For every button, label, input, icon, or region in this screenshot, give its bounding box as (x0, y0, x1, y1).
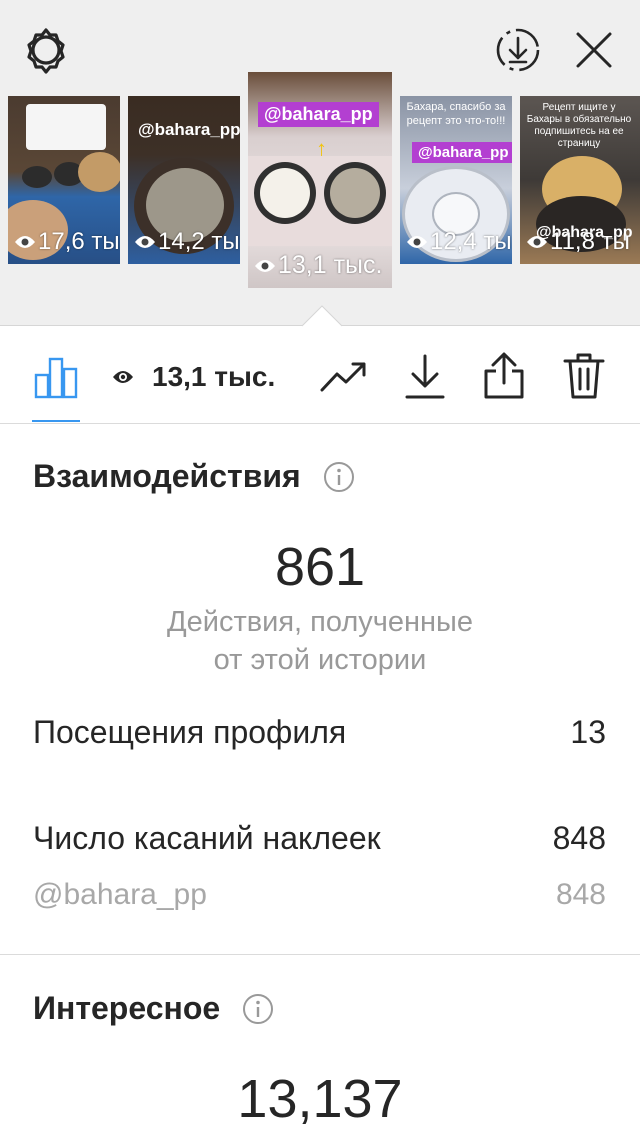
mention-tag: @bahara_pp (412, 142, 512, 163)
row-value: 848 (555, 878, 606, 911)
mention-tag: @bahara_pp (138, 120, 240, 139)
story-views: 13,1 тыс. (254, 251, 382, 280)
mention-tag: @bahara_pp (258, 102, 379, 127)
row-value: 848 (552, 820, 606, 856)
insights-bar-chart-icon (34, 357, 78, 399)
story-views-count: 11,8 ты (550, 228, 630, 255)
story-views-count: 14,2 ты (158, 228, 240, 255)
close-button[interactable] (566, 22, 622, 78)
story-thumbnail[interactable]: 17,6 ты (8, 96, 120, 264)
eye-icon (112, 368, 134, 386)
discovery-heading: Интересное (33, 990, 274, 1027)
share-icon (484, 352, 524, 399)
story-views-count: 12,4 ты (430, 228, 512, 255)
bowl-image (78, 152, 120, 192)
food-image (260, 168, 310, 218)
story-thumbnail[interactable]: Бахара, спасибо за рецепт это что-то!!! … (400, 96, 512, 264)
eye-icon (406, 234, 428, 250)
profile-visits-row: Посещения профиля 13 (33, 714, 606, 751)
info-icon[interactable] (242, 993, 274, 1025)
insights-tab[interactable] (30, 352, 82, 402)
pan-image (22, 166, 52, 188)
eye-icon (134, 234, 156, 250)
row-label: Число касаний наклеек (33, 820, 381, 856)
story-views-count: 13,1 тыс. (278, 251, 383, 279)
interactions-total: 861 (274, 537, 366, 597)
story-views: 11,8 ты (526, 228, 630, 256)
settings-button[interactable] (18, 22, 74, 78)
row-label: Посещения профиля (33, 714, 347, 750)
insights-tab-indicator (32, 420, 80, 422)
story-views: 12,4 ты (406, 228, 512, 256)
eye-icon (14, 234, 36, 250)
interactions-title: Взаимодействия (33, 458, 301, 494)
interactions-heading: Взаимодействия (33, 458, 355, 495)
delete-button[interactable] (558, 350, 610, 402)
interactions-subtitle-1: Действия, полученные (166, 606, 474, 638)
story-caption: Рецепт ищите у Бахары в обязательно подп… (526, 102, 632, 149)
save-story-button[interactable] (490, 22, 546, 78)
trash-icon (563, 353, 605, 399)
gear-icon (27, 28, 65, 74)
story-views-count: 17,6 ты (38, 228, 120, 255)
viewers-count-label: 13,1 тыс. (152, 361, 276, 392)
story-views: 17,6 ты (14, 228, 120, 256)
section-divider (0, 954, 640, 955)
download-circle-icon (496, 28, 540, 72)
download-button[interactable] (400, 350, 450, 402)
sticker-taps-row: Число касаний наклеек 848 (33, 820, 606, 857)
viewers-count[interactable]: 13,1 тыс. (112, 355, 275, 399)
story-thumbnail[interactable]: Рецепт ищите у Бахары в обязательно подп… (520, 96, 640, 264)
mention-sticker-row: @bahara_pp 848 (33, 878, 606, 912)
food-image (330, 168, 380, 218)
interactions-subtitle-2: от этой истории (213, 644, 427, 676)
story-thumbnail[interactable]: @bahara_pp 14,2 ты (128, 96, 240, 264)
share-button[interactable] (478, 350, 530, 402)
eye-icon (526, 234, 548, 250)
close-icon (576, 32, 612, 68)
selected-story-pointer (302, 305, 342, 327)
toolbar-divider (0, 423, 640, 424)
row-value: 13 (570, 714, 606, 750)
eye-icon (254, 258, 276, 274)
story-thumbnail-selected[interactable]: @bahara_pp ↑ 13,1 тыс. (248, 72, 392, 288)
download-icon (405, 354, 445, 399)
row-label: @bahara_pp (33, 878, 207, 911)
poll-sticker (26, 104, 106, 150)
discovery-title: Интересное (33, 990, 221, 1026)
trending-up-icon (320, 362, 366, 392)
discovery-total: 13,137 (237, 1069, 403, 1129)
info-icon[interactable] (323, 461, 355, 493)
promote-button[interactable] (316, 354, 372, 400)
story-caption: Бахара, спасибо за рецепт это что-то!!! (406, 101, 506, 127)
story-views: 14,2 ты (134, 228, 240, 256)
